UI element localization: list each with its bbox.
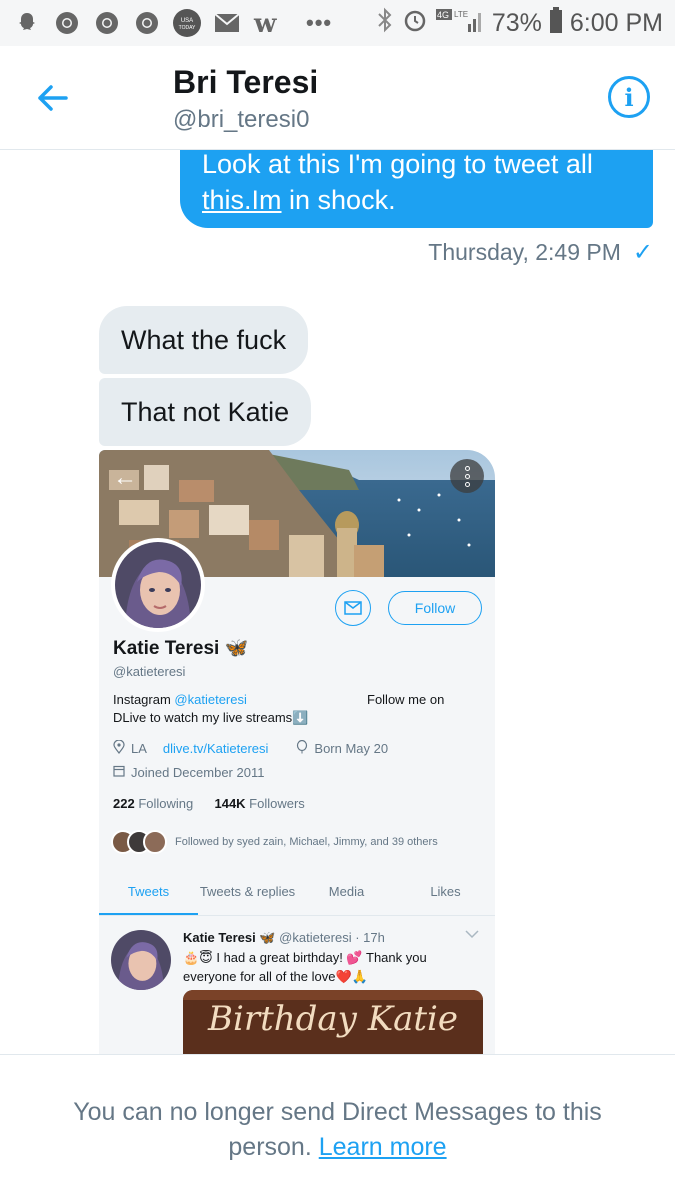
followed-by-text: Followed by syed zain, Michael, Jimmy, a…: [175, 836, 438, 848]
chrome-icon: [52, 8, 82, 38]
follow-button-image: Follow: [388, 591, 482, 625]
profile-bio-right: Follow me on: [367, 692, 445, 707]
profile-stats: 222 Following 144K Followers: [113, 796, 305, 811]
profile-name: Katie Teresi 🦋: [113, 638, 249, 659]
back-button[interactable]: [30, 76, 74, 120]
sent-message[interactable]: Look at this I'm going to tweet all this…: [180, 150, 653, 228]
learn-more-link[interactable]: Learn more: [319, 1133, 447, 1161]
snapchat-icon: [12, 8, 42, 38]
dm-disabled-notice: You can no longer send Direct Messages t…: [50, 1095, 625, 1165]
tweet-author: Katie Teresi 🦋: [183, 930, 276, 945]
profile-website: dlive.tv/Katieteresi: [162, 741, 269, 756]
bio-prefix: Instagram: [113, 692, 175, 707]
tweet-avatar: [111, 930, 171, 990]
tab-tweets: Tweets: [99, 874, 198, 915]
notification-icons: USA TODAY w •••: [12, 8, 332, 38]
tweet-text: 🎂😇 I had a great birthday! 💕 Thank you e…: [183, 950, 427, 984]
message-timestamp: Thursday, 2:49 PM ✓: [428, 238, 653, 267]
tweet-meta: @katieteresi · 17h: [275, 930, 385, 945]
cake-writing: Birthday Katie: [207, 999, 458, 1039]
contact-name: Bri Teresi: [173, 64, 319, 100]
sent-message-line1: Look at this I'm going to tweet all: [202, 150, 593, 179]
profile-bio-line1: Instagram @katieteresi: [113, 692, 247, 707]
chevron-down-icon: [465, 926, 479, 942]
info-button[interactable]: i: [608, 76, 650, 118]
svg-text:4G: 4G: [437, 10, 449, 20]
profile-location: LA: [131, 741, 147, 756]
chrome-icon: [92, 8, 122, 38]
balloon-icon: [296, 739, 308, 757]
svg-text:USA: USA: [181, 18, 193, 24]
read-check-icon: ✓: [632, 239, 653, 266]
overflow-indicator: •••: [306, 10, 333, 35]
status-bar: USA TODAY w ••• 4G LTE 73% 6:00 PM: [0, 0, 675, 46]
tweet-header: Katie Teresi 🦋 @katieteresi · 17h: [183, 930, 385, 946]
bio-instagram-link: @katieteresi: [174, 692, 247, 707]
contact-handle: @bri_teresi0: [173, 106, 310, 133]
battery-icon: [549, 6, 562, 40]
dm-disabled-footer: You can no longer send Direct Messages t…: [0, 1054, 675, 1200]
sent-message-rest: in shock.: [281, 185, 396, 215]
conversation-header: Bri Teresi @bri_teresi0 i: [0, 46, 675, 150]
clock: 6:00 PM: [569, 8, 663, 37]
received-message[interactable]: What the fuck: [99, 306, 309, 374]
followed-by-row: Followed by syed zain, Michael, Jimmy, a…: [111, 830, 438, 854]
bluetooth-icon: [376, 7, 394, 40]
message-list[interactable]: Look at this I'm going to tweet all this…: [0, 150, 675, 1054]
info-icon: i: [624, 82, 634, 112]
follower-avatars: [111, 830, 167, 854]
profile-back-icon: ←: [113, 464, 137, 491]
profile-joined: Joined December 2011: [131, 765, 265, 780]
battery-percent: 73%: [491, 8, 542, 37]
received-message[interactable]: That not Katie: [99, 378, 312, 446]
svg-text:TODAY: TODAY: [179, 25, 196, 31]
chrome-icon: [132, 8, 162, 38]
profile-meta-row: LA dlive.tv/Katieteresi Born May 20: [113, 739, 389, 757]
followers-label: Followers: [245, 796, 305, 811]
back-arrow-icon: [38, 85, 68, 111]
following-count: 222: [113, 796, 135, 811]
profile-handle: @katieteresi: [113, 664, 186, 679]
avatar: [143, 830, 167, 854]
shared-image[interactable]: ← Follow Katie Teresi 🦋 @katieteresi Ins…: [99, 450, 495, 1054]
usa-today-icon: USA TODAY: [172, 8, 202, 38]
profile-joined-row: Joined December 2011: [113, 765, 264, 780]
more-options-icon: [450, 459, 484, 493]
system-status: 4G LTE 73% 6:00 PM: [376, 6, 663, 41]
timestamp-text: Thursday, 2:49 PM: [428, 239, 621, 265]
profile-avatar: [111, 538, 205, 632]
profile-tabs: Tweets Tweets & replies Media Likes: [99, 874, 495, 916]
alarm-icon: [402, 7, 428, 40]
profile-born: Born May 20: [314, 741, 389, 756]
location-icon: [113, 739, 125, 757]
w-app-icon: w: [252, 8, 282, 38]
profile-bio-line2: DLive to watch my live streams⬇️: [113, 710, 309, 725]
svg-text:LTE: LTE: [454, 10, 468, 19]
sent-message-link[interactable]: this.Im: [202, 185, 282, 215]
tab-tweets-replies: Tweets & replies: [199, 884, 296, 899]
svg-text:w: w: [253, 10, 277, 36]
followers-count: 144K: [214, 796, 246, 811]
calendar-icon: [113, 765, 125, 780]
network-icon: 4G LTE: [435, 6, 484, 41]
tab-likes: Likes: [430, 884, 461, 899]
following-label: Following: [134, 796, 194, 811]
tweet-cake-image: Birthday Katie: [183, 990, 483, 1054]
message-envelope-icon: [335, 590, 371, 626]
tab-media: Media: [328, 884, 365, 899]
mail-icon: [212, 8, 242, 38]
